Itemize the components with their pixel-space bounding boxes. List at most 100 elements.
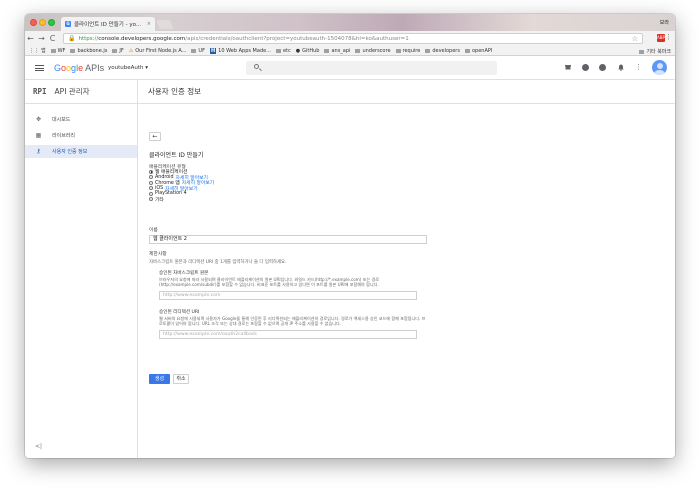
bell-icon[interactable] (618, 64, 624, 71)
redirect-uri-section: 승인된 리디렉션 URI 웹 서버의 요청에 사용되며 사용자가 Google을… (159, 309, 427, 339)
library-grid-icon: ▦ (35, 132, 42, 139)
sidebar-item-dashboard[interactable]: ✥ 대시보드 (25, 113, 137, 126)
folder-icon (639, 49, 645, 54)
more-options-icon[interactable]: ⋮ (635, 64, 642, 71)
sidebar-item-credentials[interactable]: ⚷ 사용자 인증 정보 (25, 145, 137, 158)
bookmark-item[interactable]: developers (425, 48, 460, 54)
folder-icon (355, 48, 361, 53)
name-label: 이름 (149, 228, 158, 233)
bookmark-apps[interactable]: ⋮⋮ 앱 (29, 47, 46, 55)
name-input[interactable]: 웹 클라이언트 2 (149, 235, 427, 244)
folder-icon (395, 48, 401, 53)
page-header: 사용자 인증 정보 (138, 80, 675, 104)
forward-arrow-icon[interactable]: → (36, 34, 47, 43)
tab-close-icon[interactable]: × (147, 21, 151, 27)
sidebar: RPI API 관리자 ✥ 대시보드 ▦ 라이브러리 ⚷ 사용자 인증 정보 <… (25, 80, 138, 458)
zoom-window-button[interactable] (48, 19, 55, 26)
page-title: 사용자 인증 정보 (148, 87, 202, 96)
back-arrow-icon[interactable]: ← (25, 34, 36, 43)
sidebar-item-library[interactable]: ▦ 라이브러리 (25, 129, 137, 142)
folder-icon (70, 48, 76, 53)
sidebar-item-label: 라이브러리 (52, 133, 76, 139)
create-button[interactable]: 생성 (149, 374, 170, 384)
browser-toolbar: ← → C 🔒 https://console.developers.googl… (25, 31, 675, 46)
other-bookmarks[interactable]: 기타 북마크 (639, 48, 671, 55)
bookmark-item[interactable]: WF (50, 48, 65, 54)
avatar[interactable] (652, 60, 667, 75)
radio-button[interactable] (149, 180, 153, 185)
warning-icon: ⚠ (128, 47, 134, 54)
search-icon (254, 64, 259, 69)
radio-button[interactable] (149, 186, 153, 191)
bookmark-star-icon[interactable]: ☆ (632, 35, 638, 43)
tab-strip: G 클라이언트 ID 만들기 - youtubeAu × 보라 (25, 14, 675, 31)
folder-icon (464, 48, 470, 53)
folder-icon (50, 48, 56, 53)
radio-button[interactable] (149, 175, 153, 180)
project-selector[interactable]: youtubeAuth ▾ (108, 65, 148, 71)
radio-other[interactable]: 기타 (149, 197, 214, 203)
key-icon: ⚷ (36, 148, 41, 155)
url-text: https://console.developers.google.com/ap… (78, 35, 409, 42)
lock-icon: 🔒 (68, 35, 76, 42)
main-panel: 사용자 인증 정보 ← 클라이언트 ID 만들기 애플리케이션 유형 웹 애플리… (138, 80, 675, 458)
dashboard-icon: ✥ (35, 116, 42, 123)
radio-button[interactable] (149, 191, 153, 196)
restrictions-description: 자바스크립트 원본과 리디렉션 URI 중 1개를 입력하거나 둘 다 입력하세… (149, 260, 287, 265)
redirect-uri-input[interactable]: http://www.example.com/oauth2callback (159, 329, 417, 339)
new-tab-button[interactable] (156, 20, 174, 29)
bookmark-item[interactable]: underscore (355, 48, 391, 54)
browser-window: G 클라이언트 ID 만들기 - youtubeAu × 보라 ← → C 🔒 … (25, 14, 675, 458)
bookmark-item[interactable]: openAPI (464, 48, 492, 54)
google-favicon-icon: G (65, 21, 71, 27)
sidebar-item-label: 대시보드 (52, 117, 71, 123)
folder-icon (275, 48, 281, 53)
google-apis-logo[interactable]: Google APIs (54, 63, 104, 73)
search-input[interactable] (246, 61, 497, 75)
sidebar-item-label: 사용자 인증 정보 (52, 149, 88, 155)
hamburger-menu-icon[interactable] (35, 65, 44, 71)
collapse-sidebar-icon[interactable]: <| (35, 443, 42, 450)
bookmark-item[interactable]: backbone.js (70, 48, 107, 54)
folder-icon (191, 48, 197, 53)
api-icon: RPI (33, 87, 47, 96)
minimize-window-button[interactable] (39, 19, 46, 26)
notifications-chat-icon[interactable] (582, 64, 589, 71)
bookmark-item[interactable]: etc (275, 48, 291, 54)
js-origins-title: 승인된 자바스크립트 원본 (159, 271, 209, 276)
bookmark-item[interactable]: ● GitHub (296, 48, 320, 54)
redirect-uri-title: 승인된 리디렉션 URI (159, 310, 200, 315)
bookmark-item[interactable]: JF (112, 48, 124, 54)
folder-icon (112, 48, 118, 53)
tab-title: 클라이언트 ID 만들기 - youtubeAu (74, 22, 144, 28)
apps-grid-icon: ⋮⋮ (29, 47, 39, 54)
address-bar[interactable]: 🔒 https://console.developers.google.com/… (63, 33, 643, 44)
restrictions-title: 제한사항 (149, 252, 167, 257)
github-icon: ● (295, 47, 301, 54)
bookmark-item[interactable]: ⚠ Our First Node.js A... (129, 48, 187, 54)
sidebar-header: RPI API 관리자 (25, 80, 137, 104)
profile-name[interactable]: 보라 (660, 19, 669, 26)
help-icon[interactable] (599, 64, 606, 71)
bookmark-item[interactable]: UF (191, 48, 205, 54)
browser-menu-icon[interactable]: ⋮ (665, 33, 672, 41)
h-logo-icon: H (209, 47, 217, 54)
bookmarks-bar: ⋮⋮ 앱 WF backbone.js JF ⚠ Our First Node.js… (25, 46, 675, 56)
gift-icon[interactable] (565, 64, 571, 70)
section-title: 클라이언트 ID 만들기 (149, 152, 204, 159)
name-field-block: 이름 웹 클라이언트 2 (149, 226, 427, 244)
app-header: Google APIs youtubeAuth ▾ ⋮ (25, 56, 675, 80)
close-window-button[interactable] (30, 19, 37, 26)
bookmark-item[interactable]: ans_api (324, 48, 350, 54)
bookmark-item[interactable]: H 10 Web Apps Made... (209, 47, 271, 54)
cancel-button[interactable]: 취소 (173, 374, 189, 384)
extension-icon[interactable]: ABP (657, 34, 665, 42)
browser-tab[interactable]: G 클라이언트 ID 만들기 - youtubeAu × (61, 17, 155, 31)
app-type-radio-group: 웹 애플리케이션 Android 자세히 알아보기 Chrome 앱 자세히 알아보… (149, 169, 214, 203)
reload-icon[interactable]: C (47, 34, 58, 43)
js-origin-input[interactable]: http://www.example.com (159, 290, 417, 300)
bookmark-item[interactable]: require (395, 48, 420, 54)
radio-button[interactable] (149, 169, 153, 174)
back-button[interactable]: ← (149, 132, 161, 141)
radio-button[interactable] (149, 197, 153, 202)
